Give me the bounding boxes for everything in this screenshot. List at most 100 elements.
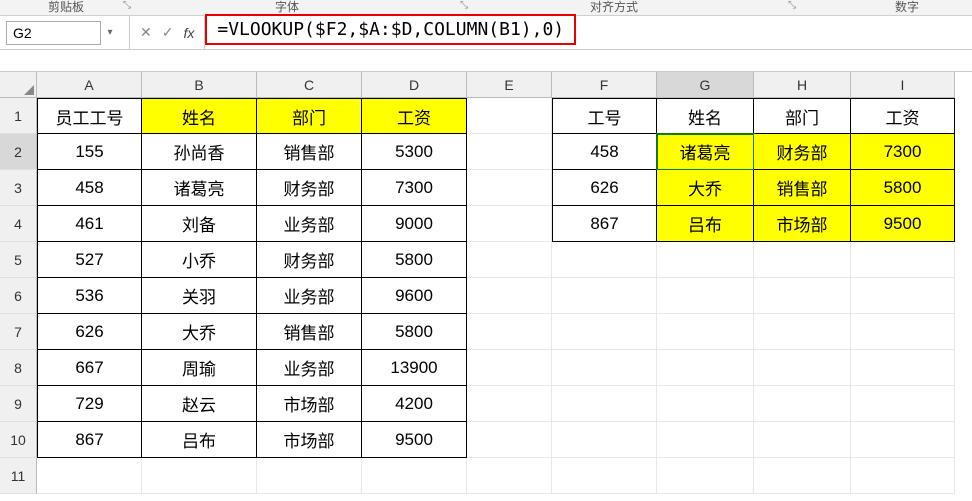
cell-G11[interactable] bbox=[657, 458, 754, 494]
cell-D3[interactable]: 7300 bbox=[362, 170, 467, 206]
cell-B9[interactable]: 赵云 bbox=[142, 386, 257, 422]
cell-H9[interactable] bbox=[754, 386, 851, 422]
cell-I8[interactable] bbox=[851, 350, 955, 386]
col-header-G[interactable]: G bbox=[657, 72, 754, 98]
cell-G7[interactable] bbox=[657, 314, 754, 350]
cell-G3[interactable]: 大乔 bbox=[657, 170, 754, 206]
cell-H10[interactable] bbox=[754, 422, 851, 458]
select-all-corner[interactable] bbox=[0, 72, 37, 98]
cell-I7[interactable] bbox=[851, 314, 955, 350]
cell-D8[interactable]: 13900 bbox=[362, 350, 467, 386]
cell-B3[interactable]: 诸葛亮 bbox=[142, 170, 257, 206]
cell-G10[interactable] bbox=[657, 422, 754, 458]
cell-F1[interactable]: 工号 bbox=[552, 98, 657, 134]
name-box[interactable] bbox=[6, 21, 101, 45]
cell-F9[interactable] bbox=[552, 386, 657, 422]
cell-G1[interactable]: 姓名 bbox=[657, 98, 754, 134]
formula-text[interactable]: =VLOOKUP($F2,$A:$D,COLUMN(B1),0) bbox=[205, 14, 576, 45]
cell-I9[interactable] bbox=[851, 386, 955, 422]
cell-C8[interactable]: 业务部 bbox=[257, 350, 362, 386]
cell-A7[interactable]: 626 bbox=[37, 314, 142, 350]
row-header-6[interactable]: 6 bbox=[0, 278, 37, 314]
cell-G5[interactable] bbox=[657, 242, 754, 278]
cell-E8[interactable] bbox=[467, 350, 552, 386]
row-header-9[interactable]: 9 bbox=[0, 386, 37, 422]
cell-B1[interactable]: 姓名 bbox=[142, 98, 257, 134]
cell-B10[interactable]: 吕布 bbox=[142, 422, 257, 458]
cell-A4[interactable]: 461 bbox=[37, 206, 142, 242]
col-header-B[interactable]: B bbox=[142, 72, 257, 98]
cell-H2[interactable]: 财务部 bbox=[754, 134, 851, 170]
cell-E2[interactable] bbox=[467, 134, 552, 170]
cell-H6[interactable] bbox=[754, 278, 851, 314]
cell-B7[interactable]: 大乔 bbox=[142, 314, 257, 350]
cell-F10[interactable] bbox=[552, 422, 657, 458]
cell-E1[interactable] bbox=[467, 98, 552, 134]
col-header-D[interactable]: D bbox=[362, 72, 467, 98]
cell-G4[interactable]: 吕布 bbox=[657, 206, 754, 242]
cell-C7[interactable]: 销售部 bbox=[257, 314, 362, 350]
cell-B2[interactable]: 孙尚香 bbox=[142, 134, 257, 170]
cell-E3[interactable] bbox=[467, 170, 552, 206]
cell-I3[interactable]: 5800 bbox=[851, 170, 955, 206]
cell-G6[interactable] bbox=[657, 278, 754, 314]
cell-A5[interactable]: 527 bbox=[37, 242, 142, 278]
formula-bar[interactable]: =VLOOKUP($F2,$A:$D,COLUMN(B1),0) bbox=[205, 16, 972, 49]
cell-H8[interactable] bbox=[754, 350, 851, 386]
row-header-3[interactable]: 3 bbox=[0, 170, 37, 206]
ribbon-launcher-icon[interactable]: ⤡ bbox=[788, 0, 796, 11]
cell-B8[interactable]: 周瑜 bbox=[142, 350, 257, 386]
cell-H7[interactable] bbox=[754, 314, 851, 350]
row-header-11[interactable]: 11 bbox=[0, 458, 37, 494]
fx-icon[interactable]: fx bbox=[183, 25, 194, 41]
cell-E10[interactable] bbox=[467, 422, 552, 458]
cell-D9[interactable]: 4200 bbox=[362, 386, 467, 422]
cell-G9[interactable] bbox=[657, 386, 754, 422]
cell-D6[interactable]: 9600 bbox=[362, 278, 467, 314]
cell-I1[interactable]: 工资 bbox=[851, 98, 955, 134]
cell-I11[interactable] bbox=[851, 458, 955, 494]
col-header-C[interactable]: C bbox=[257, 72, 362, 98]
ribbon-launcher-icon[interactable]: ⤡ bbox=[460, 0, 468, 11]
cell-G8[interactable] bbox=[657, 350, 754, 386]
cell-A3[interactable]: 458 bbox=[37, 170, 142, 206]
col-header-H[interactable]: H bbox=[754, 72, 851, 98]
cell-A6[interactable]: 536 bbox=[37, 278, 142, 314]
ribbon-launcher-icon[interactable]: ⤡ bbox=[123, 0, 131, 11]
cell-C10[interactable]: 市场部 bbox=[257, 422, 362, 458]
cell-I4[interactable]: 9500 bbox=[851, 206, 955, 242]
cell-A9[interactable]: 729 bbox=[37, 386, 142, 422]
cell-C9[interactable]: 市场部 bbox=[257, 386, 362, 422]
col-header-F[interactable]: F bbox=[552, 72, 657, 98]
row-header-1[interactable]: 1 bbox=[0, 98, 37, 134]
cell-H3[interactable]: 销售部 bbox=[754, 170, 851, 206]
spreadsheet-grid[interactable]: ABCDEFGHI1员工工号姓名部门工资工号姓名部门工资2155孙尚香销售部53… bbox=[0, 72, 972, 494]
cell-A10[interactable]: 867 bbox=[37, 422, 142, 458]
cell-A1[interactable]: 员工工号 bbox=[37, 98, 142, 134]
chevron-down-icon[interactable]: ▾ bbox=[101, 27, 119, 38]
cell-H11[interactable] bbox=[754, 458, 851, 494]
confirm-icon[interactable]: ✓ bbox=[162, 24, 174, 41]
cell-B4[interactable]: 刘备 bbox=[142, 206, 257, 242]
cell-D4[interactable]: 9000 bbox=[362, 206, 467, 242]
cell-D2[interactable]: 5300 bbox=[362, 134, 467, 170]
cell-C3[interactable]: 财务部 bbox=[257, 170, 362, 206]
cell-A2[interactable]: 155 bbox=[37, 134, 142, 170]
cell-B6[interactable]: 关羽 bbox=[142, 278, 257, 314]
cell-E5[interactable] bbox=[467, 242, 552, 278]
cell-D5[interactable]: 5800 bbox=[362, 242, 467, 278]
row-header-8[interactable]: 8 bbox=[0, 350, 37, 386]
cell-D11[interactable] bbox=[362, 458, 467, 494]
cell-F6[interactable] bbox=[552, 278, 657, 314]
row-header-5[interactable]: 5 bbox=[0, 242, 37, 278]
cell-F8[interactable] bbox=[552, 350, 657, 386]
cell-C11[interactable] bbox=[257, 458, 362, 494]
cell-I10[interactable] bbox=[851, 422, 955, 458]
cell-E11[interactable] bbox=[467, 458, 552, 494]
cell-H1[interactable]: 部门 bbox=[754, 98, 851, 134]
cell-G2[interactable]: 诸葛亮 bbox=[657, 134, 754, 170]
cell-F5[interactable] bbox=[552, 242, 657, 278]
cell-D1[interactable]: 工资 bbox=[362, 98, 467, 134]
cell-C6[interactable]: 业务部 bbox=[257, 278, 362, 314]
cell-F2[interactable]: 458 bbox=[552, 134, 657, 170]
